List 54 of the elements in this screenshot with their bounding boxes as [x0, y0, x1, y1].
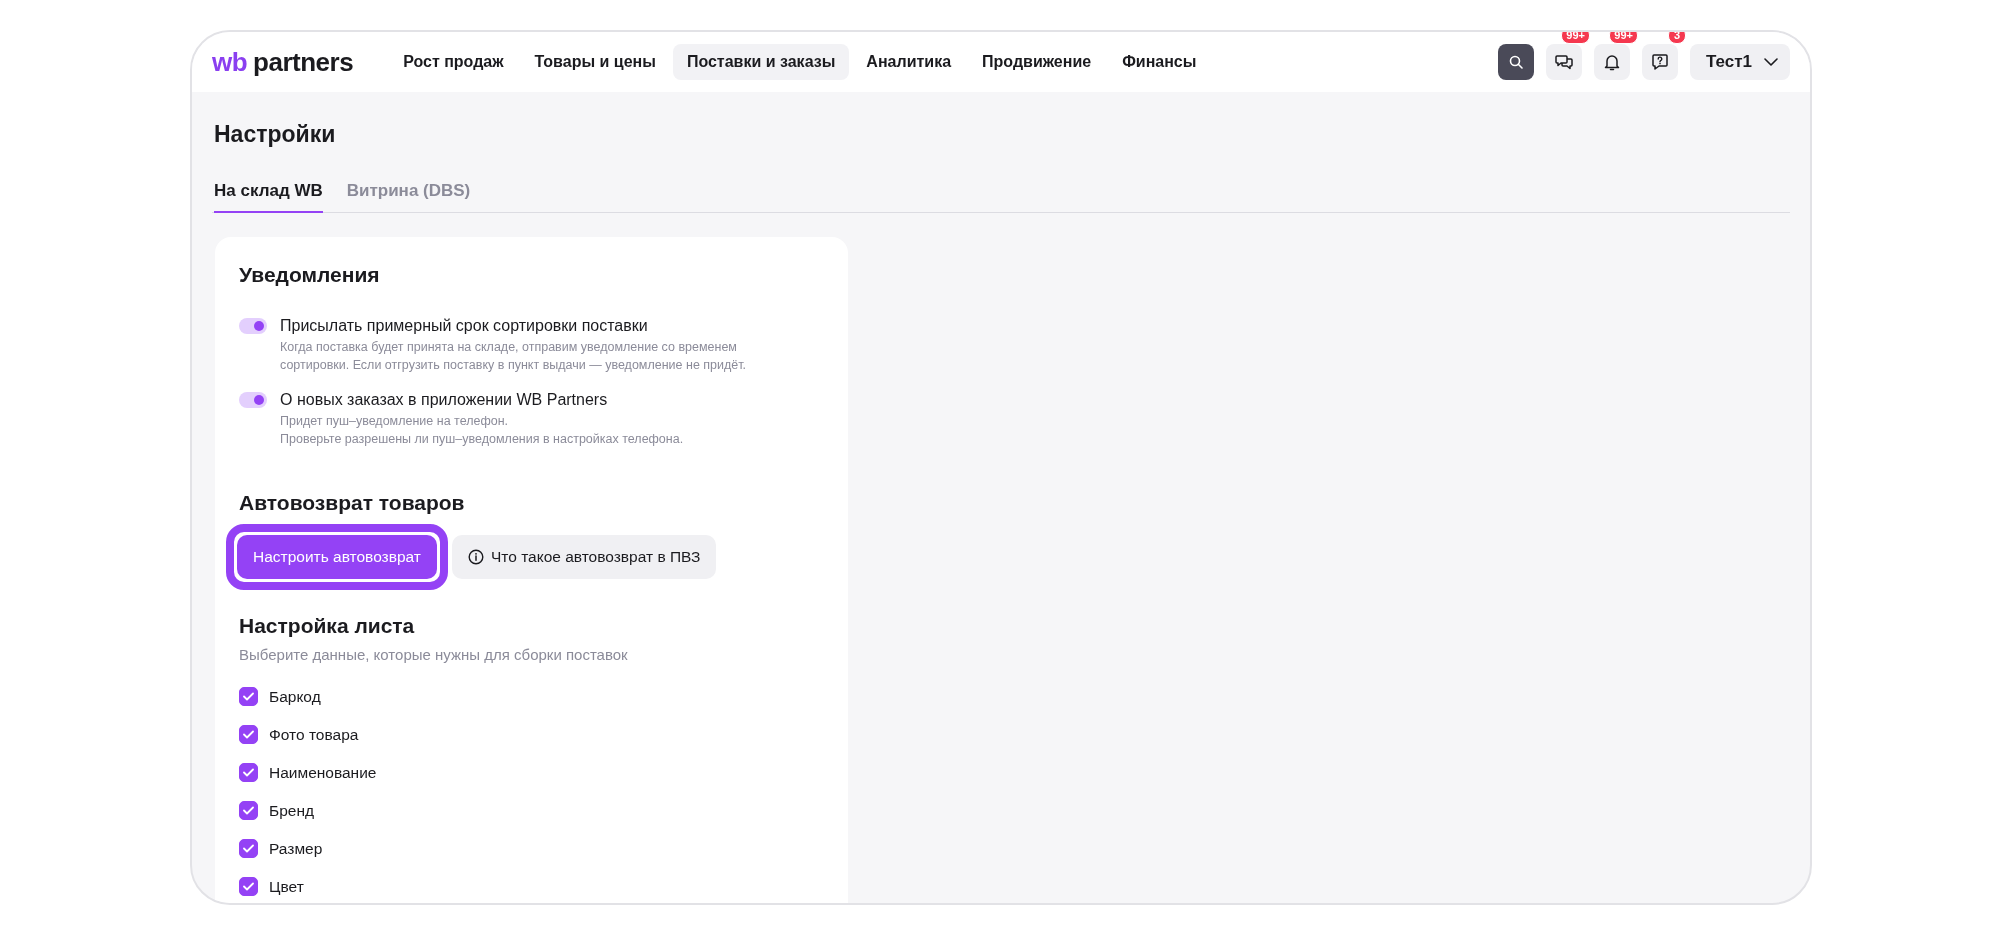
logo-mark[interactable]: wb — [212, 46, 248, 78]
user-menu-button[interactable]: Тест1 — [1690, 44, 1790, 80]
section-heading: Уведомления — [239, 262, 381, 288]
count-badge: 99+ — [1609, 32, 1638, 44]
count-badge: 3 — [1668, 32, 1686, 44]
toggle-label: Присылать примерный срок сортировки поставки — [280, 316, 649, 336]
count-badge: 99+ — [1561, 32, 1590, 44]
checkmark-icon — [243, 806, 254, 815]
checkbox[interactable] — [239, 839, 258, 858]
nav-tab[interactable]: Продвижение — [968, 44, 1106, 80]
setup-autoreturn-button[interactable]: Настроить автовозврат — [237, 535, 437, 579]
page-title: Настройки — [213, 120, 337, 147]
nav-tab[interactable]: Аналитика — [852, 44, 966, 80]
info-icon — [467, 549, 484, 565]
chat-bubbles-icon — [1555, 53, 1573, 71]
info-button[interactable]: Что такое автовозврат в ПВЗ — [451, 535, 717, 579]
help-button[interactable] — [1642, 44, 1678, 80]
checkbox[interactable] — [239, 801, 258, 820]
chevron-down-icon — [1764, 58, 1778, 66]
chat-button[interactable] — [1546, 44, 1582, 80]
nav-tab[interactable]: Рост продаж — [389, 44, 518, 80]
toggle-description: Придет пуш–уведомление на телефон. Проверьте разрешены ли пуш–уведомления в настройках телефона. — [280, 413, 684, 448]
nav-tab[interactable]: Поставки и заказы — [672, 44, 850, 80]
checkbox-label: Баркод — [269, 687, 321, 707]
section-subtitle: Выберите данные, которые нужны для сборки поставок — [239, 645, 629, 665]
nav-tab[interactable]: Товары и цены — [520, 44, 670, 80]
checkmark-icon — [243, 768, 254, 777]
question-bubble-icon — [1651, 53, 1669, 71]
checkmark-icon — [243, 844, 254, 853]
checkbox-label: Наименование — [269, 763, 377, 783]
checkbox[interactable] — [239, 687, 258, 706]
notifications-button[interactable] — [1594, 44, 1630, 80]
toggle-description: Когда поставка будет принята на складе, отправим уведомление со временем сортировки. Если отгрузить поставку в пункт выдачи — уведомление не придёт. — [280, 339, 747, 374]
checkbox-label: Фото товара — [269, 725, 359, 745]
toggle-label: О новых заказах в приложении WB Partners — [280, 390, 609, 410]
tab[interactable]: На склад WB — [214, 181, 323, 213]
search-icon — [1509, 55, 1523, 69]
toggle-switch[interactable] — [239, 318, 267, 334]
checkmark-icon — [243, 882, 254, 891]
bell-icon — [1604, 53, 1620, 71]
checkmark-icon — [243, 730, 254, 739]
toggle-switch[interactable] — [239, 392, 267, 408]
search-button[interactable] — [1498, 44, 1534, 80]
checkbox-label: Цвет — [269, 877, 304, 897]
checkmark-icon — [243, 692, 254, 701]
logo-text[interactable]: partners — [253, 46, 354, 78]
checkbox[interactable] — [239, 877, 258, 896]
checkbox-label: Бренд — [269, 801, 315, 821]
section-heading: Автовозврат товаров — [239, 490, 466, 516]
nav-tab[interactable]: Финансы — [1108, 44, 1211, 80]
checkbox[interactable] — [239, 763, 258, 782]
checkbox-label: Размер — [269, 839, 323, 859]
checkbox[interactable] — [239, 725, 258, 744]
section-heading: Настройка листа — [239, 613, 416, 639]
